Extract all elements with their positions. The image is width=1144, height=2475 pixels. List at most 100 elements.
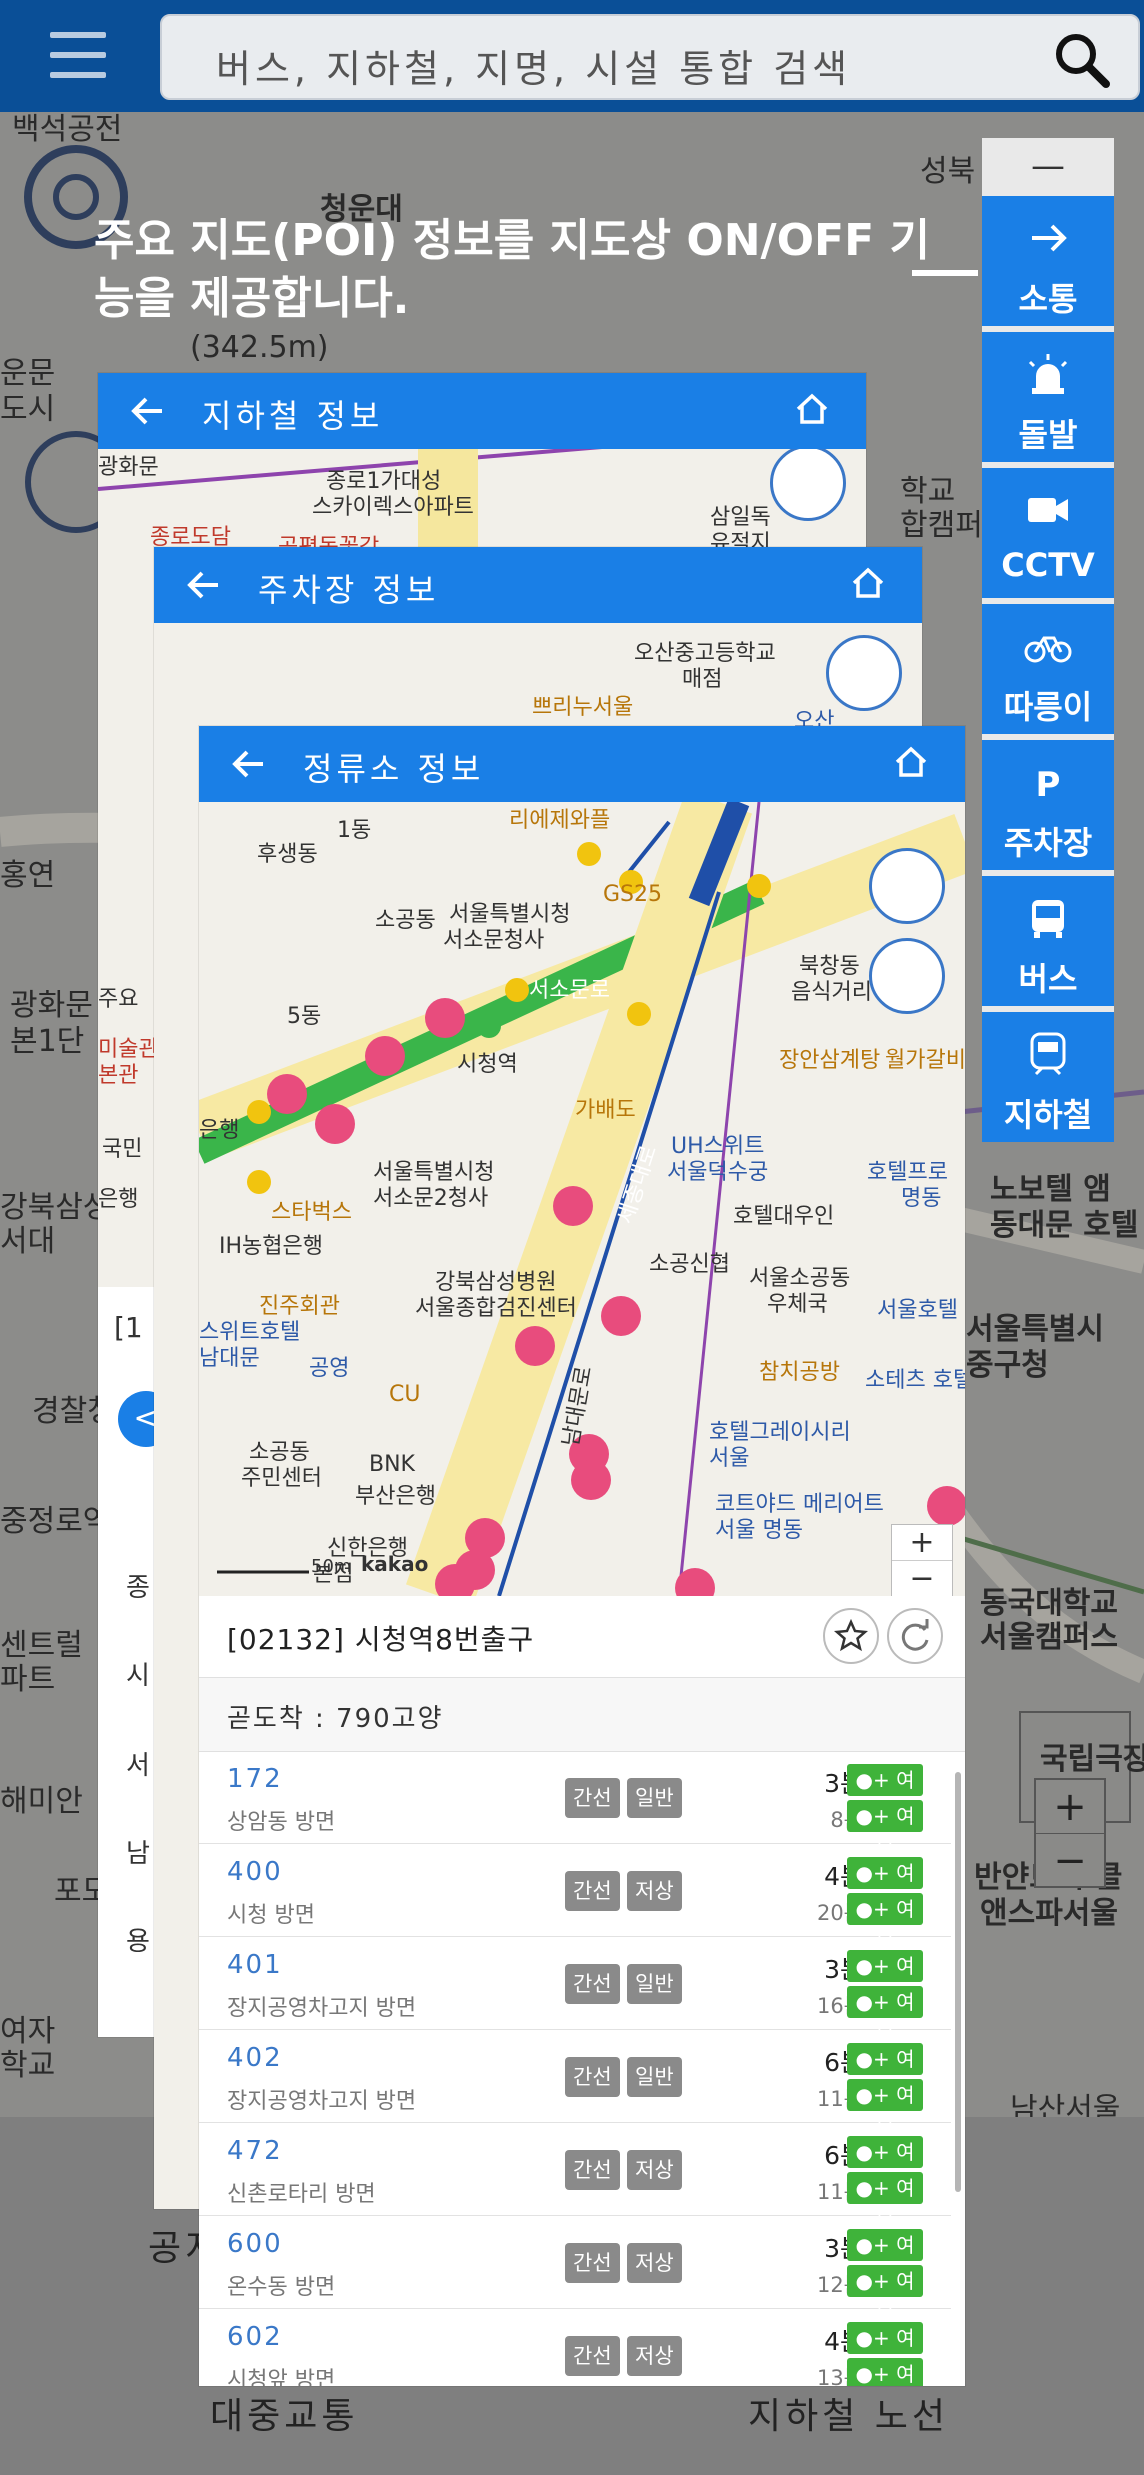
person-plus-icon: ●+ xyxy=(855,1804,897,1828)
zoom-in-button[interactable]: + xyxy=(1036,1780,1104,1834)
home-icon[interactable] xyxy=(891,742,931,782)
arrow-right-icon xyxy=(1032,224,1067,252)
route-number[interactable]: 472 xyxy=(227,2136,283,2166)
layer-toggle-bus[interactable]: 버스 xyxy=(982,876,1114,1006)
bus-stop-layer-icon[interactable] xyxy=(869,938,945,1014)
map-label: 소공동 xyxy=(375,908,436,933)
menu-subway-map[interactable]: 지하철 노선 xyxy=(748,2387,949,2439)
gps-locate-icon[interactable] xyxy=(826,635,902,711)
route-number[interactable]: 602 xyxy=(227,2322,283,2352)
seat-status-badge: ●+ 여유 xyxy=(847,2043,923,2103)
list-peek-text: 종 xyxy=(126,1573,150,1603)
map-label: 주민센터 xyxy=(241,1466,322,1491)
route-list-scrollbar[interactable] xyxy=(955,1772,961,2192)
route-row[interactable]: 602시청앞 방면간선저상4분13분●+ 여유●+ 여유 xyxy=(199,2310,951,2386)
person-plus-icon: ●+ xyxy=(855,2047,897,2071)
bus-stop-map[interactable]: 후생동 1동 리에제와플 소공동 서울특별시청 서소문청사 GS25 5동 북창… xyxy=(199,802,965,1596)
map-label: 5동 xyxy=(287,1004,322,1029)
stop-map-zoom-control[interactable]: + − xyxy=(891,1524,953,1596)
route-type-badge: 간선 xyxy=(565,1964,620,2004)
route-type-badge: 간선 xyxy=(565,2336,620,2376)
map-label: 매점 xyxy=(682,667,723,692)
map-label: 월가갈비 xyxy=(885,1048,965,1073)
person-plus-icon: ●+ xyxy=(855,2233,897,2257)
bicycle-icon xyxy=(1024,636,1072,663)
seat-status-badge: ●+ 여유 xyxy=(847,2136,923,2196)
seat-status-badge: ●+ 여유 xyxy=(847,1950,923,2010)
top-bar: 버스, 지하철, 지명, 시설 통합 검색 xyxy=(0,0,1144,112)
bus-type-badge: 저상 xyxy=(627,2243,682,2283)
subway-icon xyxy=(1030,1032,1066,1076)
map-label: 리에제와플 xyxy=(509,808,611,833)
map-label: 서울호텔 xyxy=(877,1298,958,1323)
list-peek-text: 용 xyxy=(126,1927,150,1957)
person-plus-icon: ●+ xyxy=(855,2362,897,2386)
map-label: 시청역 xyxy=(457,1052,518,1077)
list-peek-text: [1 xyxy=(114,1311,143,1344)
back-arrow-icon[interactable] xyxy=(128,391,168,431)
bus-stop-info-panel: 정류소 정보 후생동 1동 리에제와플 소공동 서울특별시청 서소문청사 GS2… xyxy=(199,726,965,2386)
layer-toggle-siren[interactable]: 돌발 xyxy=(982,332,1114,462)
route-number[interactable]: 600 xyxy=(227,2229,283,2259)
zoom-out-button[interactable]: − xyxy=(892,1561,952,1596)
map-label: 우체국 xyxy=(767,1292,828,1317)
route-row[interactable]: 600온수동 방면간선저상3분12분●+ 여유●+ 여유 xyxy=(199,2217,951,2325)
person-plus-icon: ●+ xyxy=(855,1954,897,1978)
route-type-badge: 간선 xyxy=(565,2243,620,2283)
back-arrow-icon[interactable] xyxy=(184,565,224,605)
route-number[interactable]: 401 xyxy=(227,1950,283,1980)
zoom-in-button[interactable]: + xyxy=(892,1525,952,1561)
layer-toggle-parking[interactable]: P 주차장 xyxy=(982,740,1114,870)
layer-toggle-subway[interactable]: 지하철 xyxy=(982,1012,1114,1142)
route-number[interactable]: 172 xyxy=(227,1764,283,1794)
refresh-icon[interactable] xyxy=(887,1608,943,1664)
map-label: 명동 xyxy=(901,1186,942,1211)
search-icon[interactable] xyxy=(1052,30,1112,90)
map-label: 음식거리 xyxy=(791,980,872,1005)
background-zoom-control[interactable]: + − xyxy=(1034,1778,1106,1888)
tip-pointer-line xyxy=(912,270,978,276)
layer-toggle-video-camera[interactable]: CCTV xyxy=(982,468,1114,598)
route-row[interactable]: 402장지공영차고지 방면간선일반6분11분●+ 여유●+ 여유 xyxy=(199,2031,951,2139)
map-label: 후생동 xyxy=(257,842,318,867)
zoom-out-button[interactable]: − xyxy=(1036,1834,1104,1888)
layer-toggle-arrow-right[interactable]: 소통 xyxy=(982,196,1114,326)
back-arrow-icon[interactable] xyxy=(229,744,269,784)
list-peek-text: 남 xyxy=(126,1839,150,1869)
route-direction: 장지공영차고지 방면 xyxy=(227,2089,417,2114)
layer-toggle-bicycle[interactable]: 따릉이 xyxy=(982,604,1114,734)
home-icon[interactable] xyxy=(792,389,832,429)
arriving-soon-text: 곧도착 : 790고양 xyxy=(227,1704,444,1734)
layer-toggle-label: CCTV xyxy=(1001,546,1095,584)
tutorial-tip: 주요 지도(POI) 정보를 지도상 ON/OFF 기능을 제공합니다. xyxy=(94,215,930,324)
hamburger-menu-icon[interactable] xyxy=(46,30,110,82)
seat-status-badge: ●+ 여유 xyxy=(847,2229,923,2289)
gps-locate-icon[interactable] xyxy=(869,848,945,924)
route-number[interactable]: 402 xyxy=(227,2043,283,2073)
map-label: 서울캠퍼스 xyxy=(980,1620,1118,1655)
home-icon[interactable] xyxy=(848,563,888,603)
route-row[interactable]: 400시청 방면간선저상4분20분●+ 여유●+ 여유 xyxy=(199,1845,951,1953)
route-direction: 온수동 방면 xyxy=(227,2275,336,2300)
route-direction: 시청앞 방면 xyxy=(227,2368,336,2386)
list-peek-text: 서 xyxy=(126,1751,150,1781)
favorite-star-icon[interactable] xyxy=(823,1608,879,1664)
seat-status-badge: ●+ 여유 xyxy=(847,2079,923,2139)
map-label: 장안삼계탕 xyxy=(779,1048,881,1073)
route-number[interactable]: 400 xyxy=(227,1857,283,1887)
bus-icon xyxy=(1032,900,1064,938)
layer-toggle-label: 버스 xyxy=(1018,960,1078,998)
route-row[interactable]: 401장지공영차고지 방면간선일반3분16분●+ 여유●+ 여유 xyxy=(199,1938,951,2046)
route-row[interactable]: 172상암동 방면간선일반3분8분●+ 여유●+ 여유 xyxy=(199,1752,951,1860)
map-label: (342.5m) xyxy=(190,330,329,365)
person-plus-icon: ●+ xyxy=(855,1897,897,1921)
route-row[interactable]: 472신촌로타리 방면간선저상6분11분●+ 여유●+ 여유 xyxy=(199,2124,951,2232)
menu-public-transit[interactable]: 대중교통 xyxy=(210,2387,358,2439)
panel-title: 지하철 정보 xyxy=(202,397,384,435)
collapse-panel-button[interactable]: — xyxy=(982,138,1114,194)
list-peek-text: 시 xyxy=(126,1661,150,1691)
search-input[interactable]: 버스, 지하철, 지명, 시설 통합 검색 xyxy=(160,14,1140,100)
kakao-logo: kakao xyxy=(361,1552,429,1576)
siren-icon xyxy=(1028,354,1068,394)
map-label: 본1단 xyxy=(10,1024,85,1059)
